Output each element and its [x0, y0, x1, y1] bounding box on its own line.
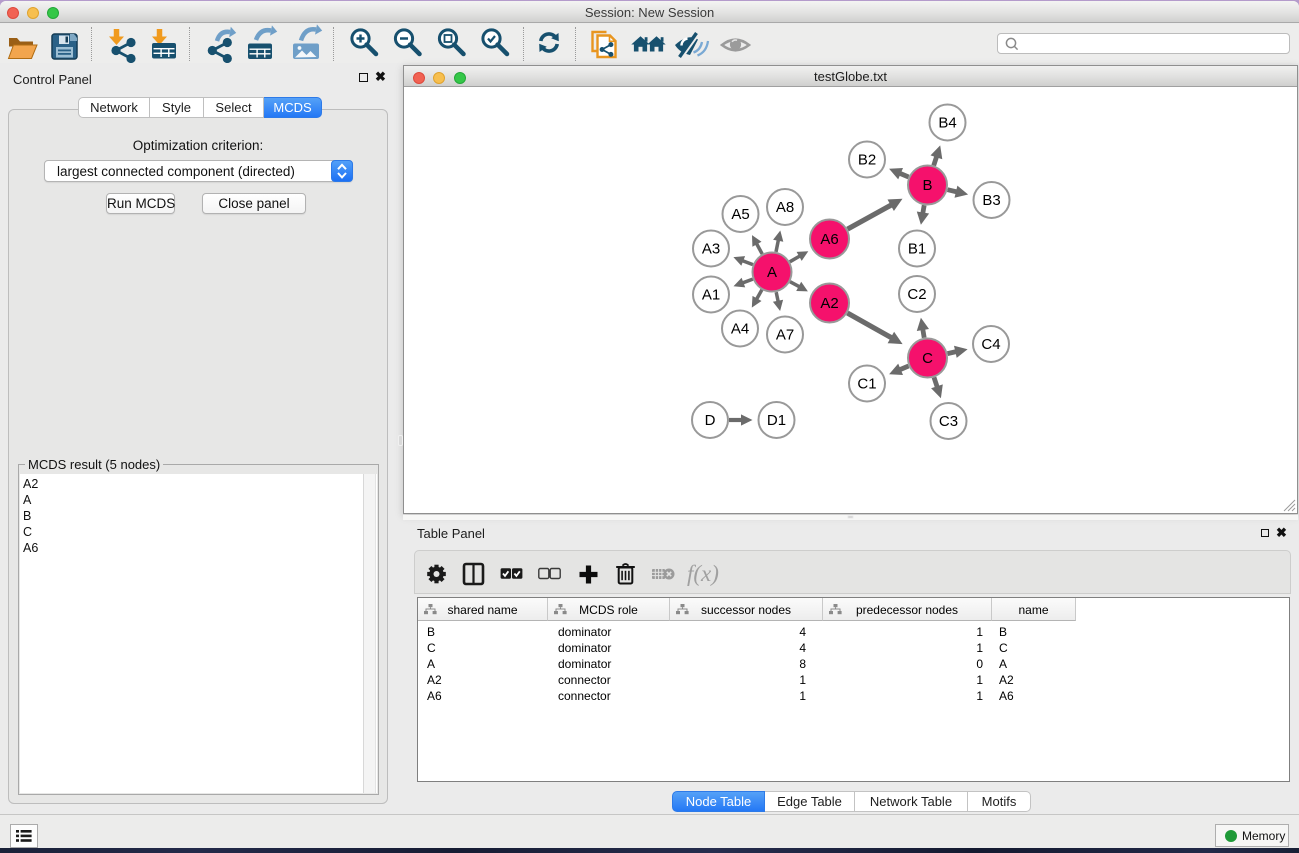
- svg-text:C2: C2: [907, 286, 926, 303]
- svg-text:C: C: [922, 350, 933, 367]
- svg-text:A7: A7: [776, 327, 794, 344]
- svg-text:A2: A2: [820, 295, 838, 312]
- svg-text:B1: B1: [908, 241, 926, 258]
- svg-text:A8: A8: [776, 199, 794, 216]
- svg-text:D: D: [705, 412, 716, 429]
- svg-text:f(x): f(x): [687, 561, 719, 586]
- svg-text:A: A: [767, 264, 777, 281]
- svg-text:A4: A4: [731, 321, 749, 338]
- svg-text:C3: C3: [939, 413, 958, 430]
- svg-text:C4: C4: [981, 336, 1000, 353]
- svg-text:A6: A6: [820, 231, 838, 248]
- svg-text:A5: A5: [731, 206, 749, 223]
- svg-text:B3: B3: [982, 192, 1000, 209]
- svg-text:D1: D1: [767, 412, 786, 429]
- svg-text:B2: B2: [858, 152, 876, 169]
- svg-text:A3: A3: [702, 241, 720, 258]
- svg-text:A1: A1: [702, 287, 720, 304]
- svg-text:B4: B4: [938, 115, 956, 132]
- svg-text:C1: C1: [857, 376, 876, 393]
- svg-text:B: B: [922, 177, 932, 194]
